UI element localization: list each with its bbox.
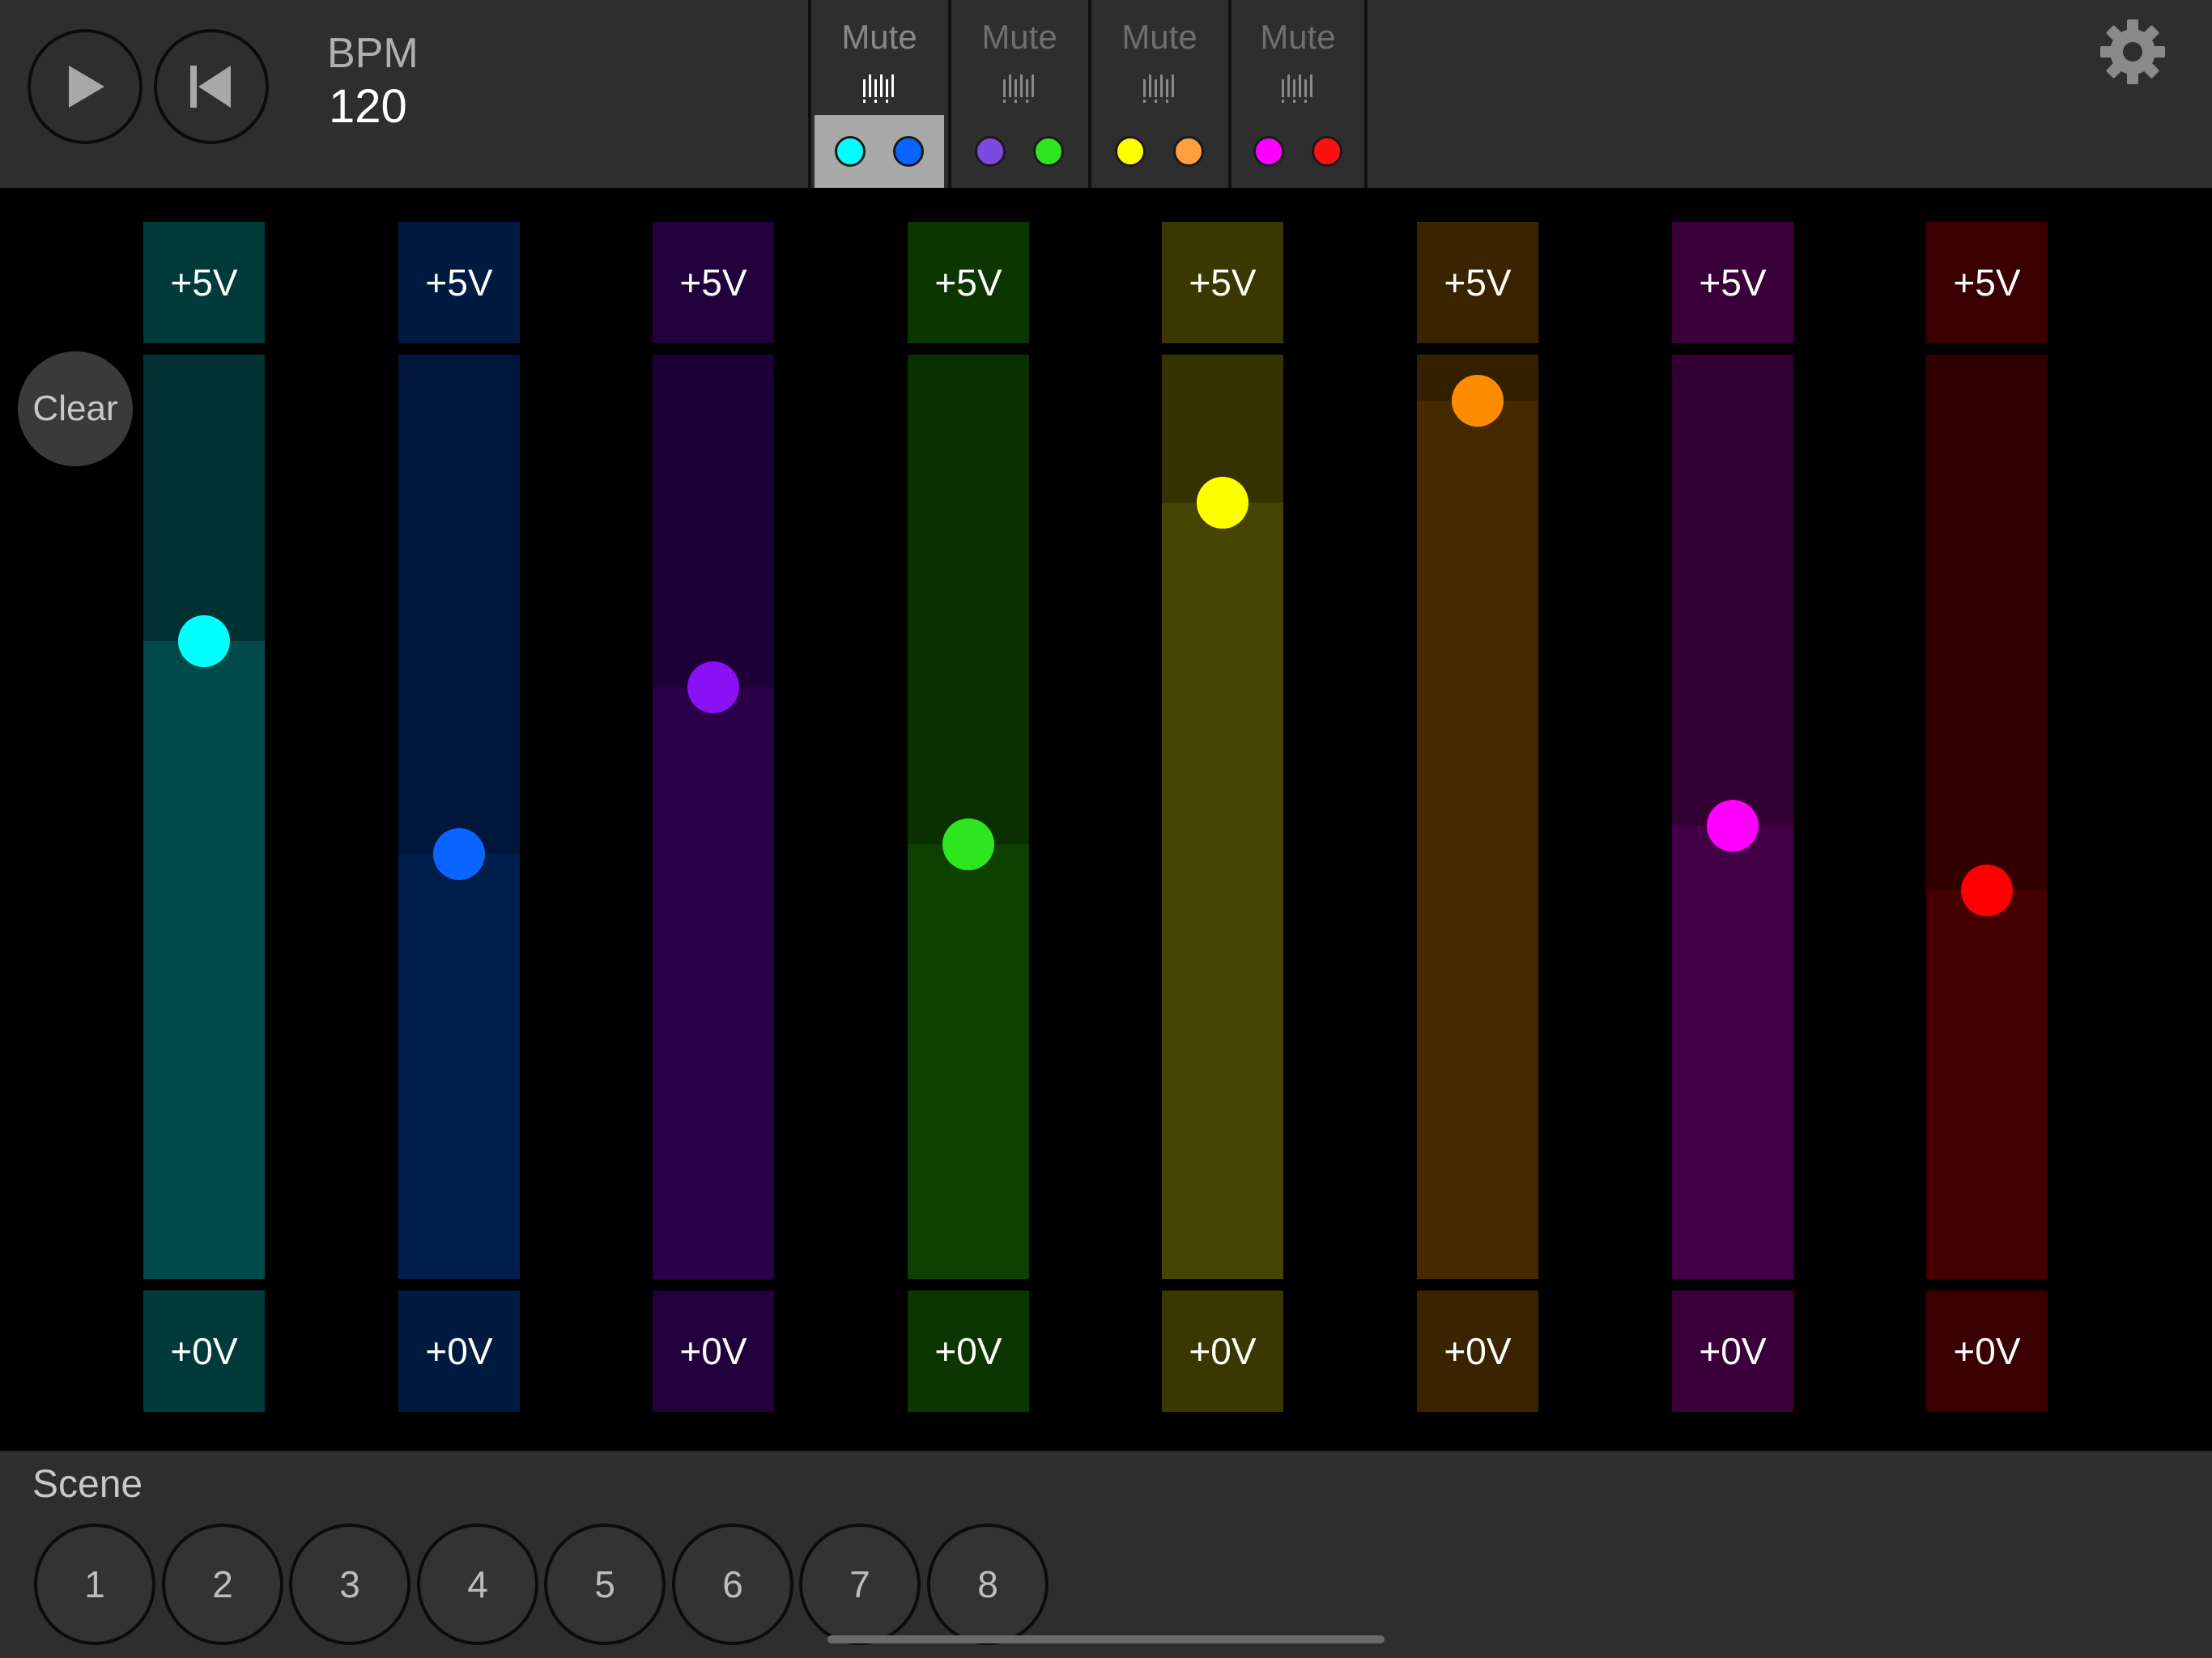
cv-slider-track[interactable] <box>1417 355 1538 1279</box>
max-voltage-label[interactable]: +5V <box>143 222 265 343</box>
bpm-value[interactable]: 120 <box>329 79 407 134</box>
cv-channel-3: +5V +0V <box>653 222 774 1412</box>
min-voltage-label[interactable]: +0V <box>908 1290 1029 1412</box>
cv-slider-track[interactable] <box>653 355 774 1279</box>
color-swatch <box>1033 136 1064 167</box>
min-voltage-label[interactable]: +0V <box>653 1290 774 1412</box>
scene-button-2[interactable]: 2 <box>162 1524 283 1645</box>
min-voltage-label[interactable]: +0V <box>1417 1290 1538 1412</box>
cv-level-fill <box>653 687 774 1279</box>
cv-level-fill <box>1926 891 2048 1279</box>
scene-button-7[interactable]: 7 <box>799 1524 921 1645</box>
cv-level-fill <box>398 854 520 1279</box>
sequencer-icon[interactable] <box>1231 74 1364 104</box>
color-swatch <box>1115 136 1146 167</box>
scene-button-8[interactable]: 8 <box>927 1524 1049 1645</box>
track-swatches-2[interactable] <box>955 115 1084 188</box>
min-voltage-label[interactable]: +0V <box>143 1290 265 1412</box>
track-swatches-1[interactable] <box>815 115 944 188</box>
mute-button-3[interactable]: Mute <box>1091 18 1227 57</box>
color-swatch <box>1253 136 1284 167</box>
skip-to-start-button[interactable] <box>154 29 269 144</box>
cv-channel-2: +5V +0V <box>398 222 520 1412</box>
cv-slider-handle[interactable] <box>1707 800 1759 852</box>
cv-slider-handle[interactable] <box>687 661 739 713</box>
cv-level-fill <box>1417 401 1538 1279</box>
sequencer-icon[interactable] <box>951 74 1087 104</box>
color-swatch <box>893 136 924 167</box>
cv-channel-6: +5V +0V <box>1417 222 1538 1412</box>
scene-label: Scene <box>32 1463 143 1506</box>
track-4[interactable]: Mute <box>1228 0 1368 188</box>
cv-slider-track[interactable] <box>143 355 265 1279</box>
mute-button-2[interactable]: Mute <box>951 18 1087 57</box>
cv-channel-5: +5V +0V <box>1162 222 1283 1412</box>
max-voltage-label[interactable]: +5V <box>398 222 520 343</box>
color-swatch <box>835 136 866 167</box>
color-swatch <box>975 136 1006 167</box>
cv-level-fill <box>908 844 1029 1279</box>
track-swatches-3[interactable] <box>1095 115 1224 188</box>
track-3[interactable]: Mute <box>1088 0 1227 188</box>
clear-button[interactable]: Clear <box>18 351 133 466</box>
mute-button-4[interactable]: Mute <box>1231 18 1364 57</box>
cv-slider-handle[interactable] <box>433 828 485 880</box>
play-button[interactable] <box>28 29 143 144</box>
max-voltage-label[interactable]: +5V <box>1162 222 1283 343</box>
color-swatch <box>1173 136 1204 167</box>
gear-icon[interactable] <box>2099 18 2167 86</box>
scene-button-3[interactable]: 3 <box>289 1524 410 1645</box>
cv-level-fill <box>1162 503 1283 1279</box>
cv-slider-handle[interactable] <box>1197 477 1249 529</box>
cv-channel-8: +5V +0V <box>1926 222 2048 1412</box>
min-voltage-label[interactable]: +0V <box>1926 1290 2048 1412</box>
skip-to-start-icon <box>190 66 231 108</box>
home-indicator <box>827 1635 1385 1643</box>
min-voltage-label[interactable]: +0V <box>1672 1290 1793 1412</box>
scene-bar: Scene 12345678 <box>0 1451 2212 1658</box>
cv-slider-handle[interactable] <box>942 818 994 870</box>
cv-slider-track[interactable] <box>908 355 1029 1279</box>
cv-level-fill <box>1672 826 1793 1279</box>
sequencer-icon[interactable] <box>1091 74 1227 104</box>
max-voltage-label[interactable]: +5V <box>1417 222 1538 343</box>
scene-button-6[interactable]: 6 <box>672 1524 793 1645</box>
cv-slider-track[interactable] <box>1672 355 1793 1279</box>
color-swatch <box>1312 136 1342 167</box>
cv-level-fill <box>143 641 265 1279</box>
play-icon <box>69 66 104 108</box>
track-swatches-4[interactable] <box>1235 115 1361 188</box>
min-voltage-label[interactable]: +0V <box>398 1290 520 1412</box>
scene-button-1[interactable]: 1 <box>34 1524 155 1645</box>
cv-slider-handle[interactable] <box>1961 865 2013 916</box>
scene-button-5[interactable]: 5 <box>544 1524 666 1645</box>
cv-channel-4: +5V +0V <box>908 222 1029 1412</box>
track-selector: Mute Mute Mute Mute <box>808 0 1371 188</box>
top-bar: BPM 120 Mute Mute Mute Mute <box>0 0 2212 188</box>
cv-slider-track[interactable] <box>398 355 520 1279</box>
max-voltage-label[interactable]: +5V <box>908 222 1029 343</box>
cv-slider-track[interactable] <box>1926 355 2048 1279</box>
bpm-label: BPM <box>327 30 419 77</box>
sequencer-icon[interactable] <box>811 74 947 104</box>
cv-slider-handle[interactable] <box>1452 375 1504 427</box>
min-voltage-label[interactable]: +0V <box>1162 1290 1283 1412</box>
cv-channel-7: +5V +0V <box>1672 222 1793 1412</box>
max-voltage-label[interactable]: +5V <box>1672 222 1793 343</box>
scene-button-4[interactable]: 4 <box>417 1524 538 1645</box>
cv-slider-track[interactable] <box>1162 355 1283 1279</box>
track-2[interactable]: Mute <box>948 0 1087 188</box>
cv-channel-1: +5V +0V <box>143 222 265 1412</box>
max-voltage-label[interactable]: +5V <box>1926 222 2048 343</box>
mute-button-1[interactable]: Mute <box>811 18 947 57</box>
track-1[interactable]: Mute <box>808 0 947 188</box>
cv-slider-handle[interactable] <box>178 615 230 667</box>
max-voltage-label[interactable]: +5V <box>653 222 774 343</box>
